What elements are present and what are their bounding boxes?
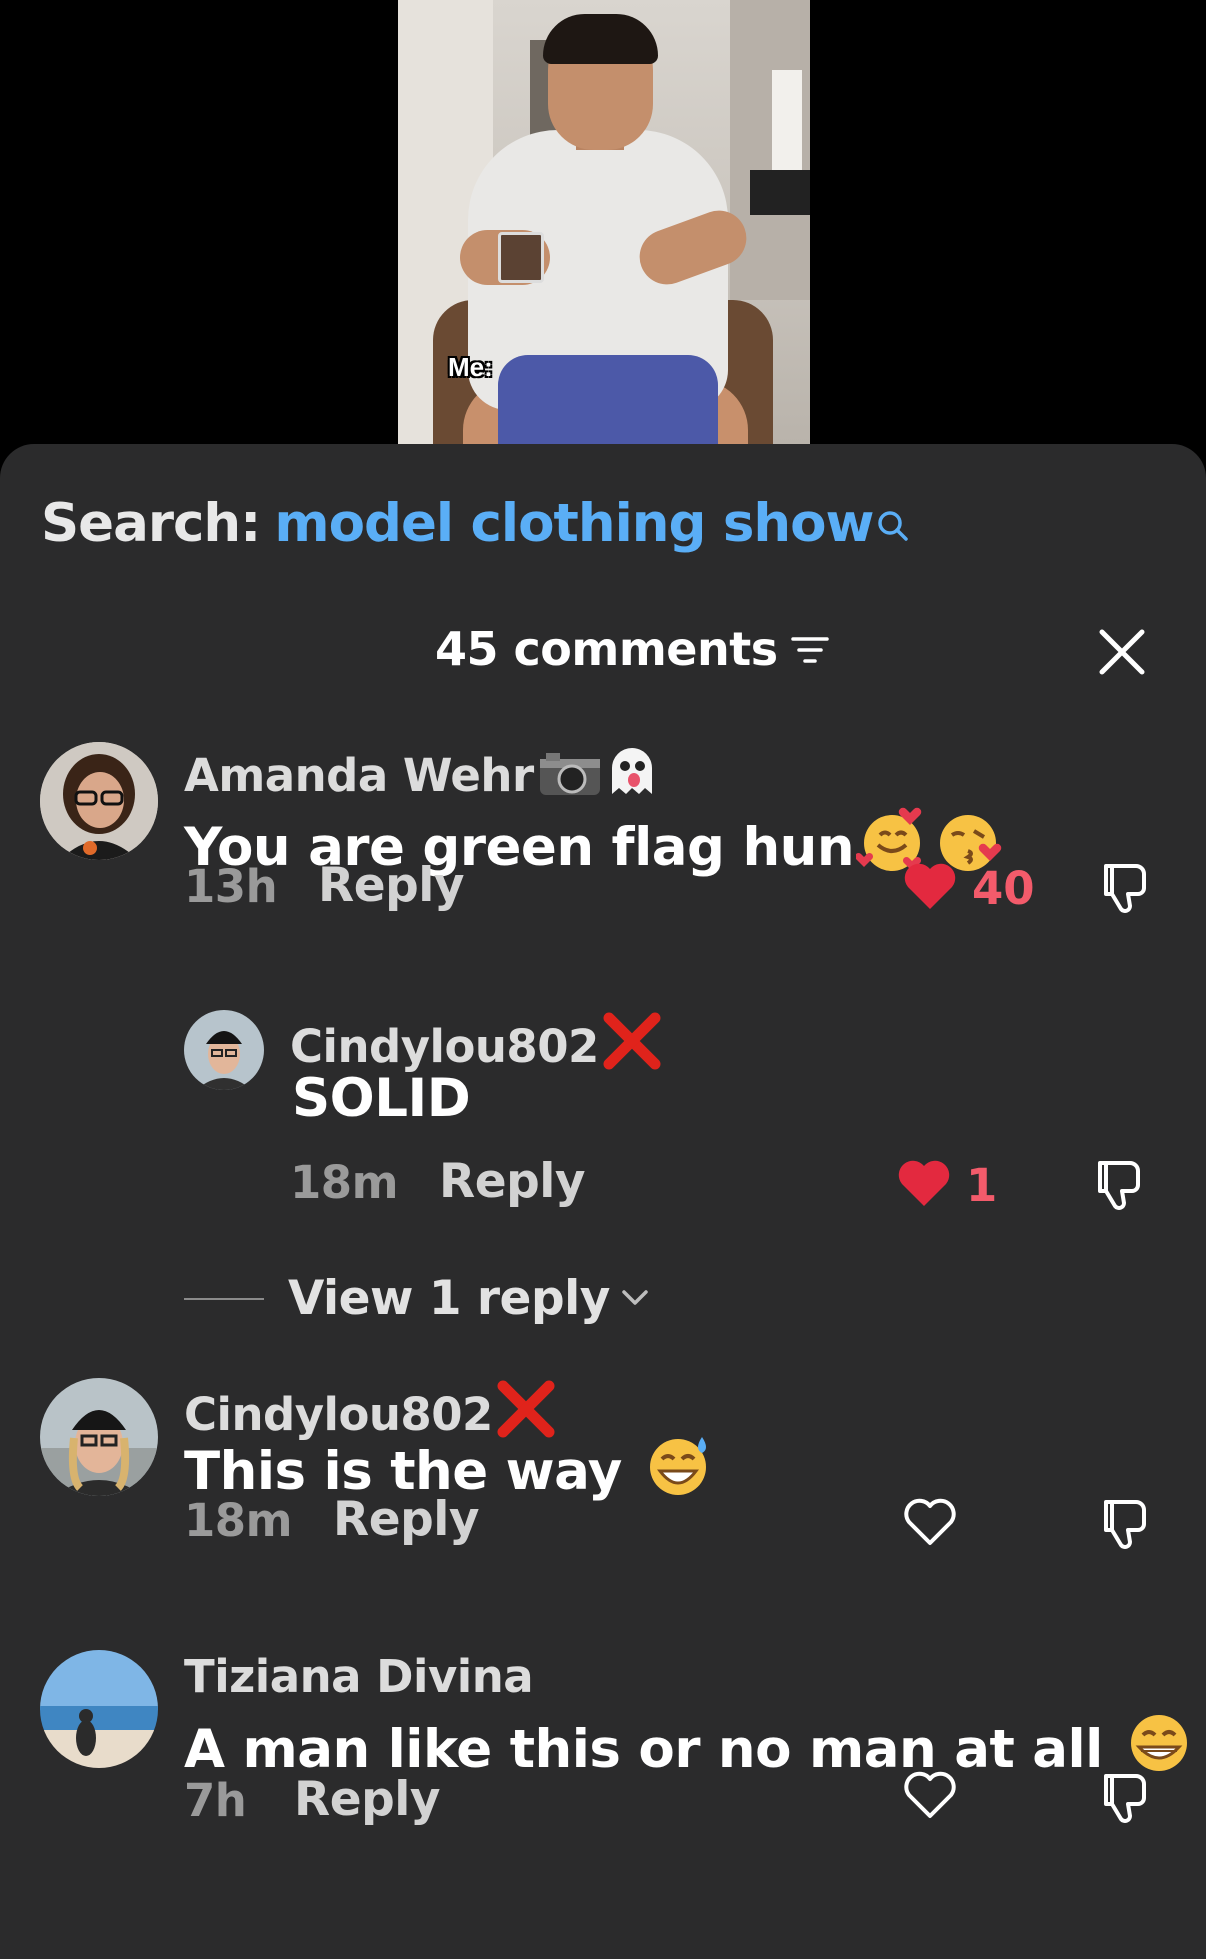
comment-username[interactable]: Cindylou802 [290,1020,599,1073]
view-replies-button[interactable]: View 1 reply [184,1271,650,1326]
avatar[interactable] [184,1010,264,1090]
like-button[interactable] [902,1770,958,1824]
like-count: 40 [972,861,1035,915]
search-term-link[interactable]: model clothing show [274,493,874,554]
thumbs-down-icon[interactable] [1098,1494,1156,1556]
camera-icon [538,751,602,808]
view-replies-label: View 1 reply [288,1271,610,1326]
avatar[interactable] [40,1378,158,1496]
video-person-hair [543,14,658,64]
search-icon [876,495,910,556]
heart-icon [902,1770,958,1824]
thumbs-down-icon[interactable] [1098,858,1156,920]
filter-icon[interactable] [790,622,830,676]
comment-text: You are green flag hun [184,817,855,878]
comment-count-label: 45 comments [435,622,778,676]
avatar[interactable] [40,742,158,860]
reply-button[interactable]: Reply [294,1772,440,1827]
reply-button[interactable]: Reply [318,858,464,913]
red-x-icon [601,1010,663,1083]
comment-count: 45 comments [435,622,830,676]
comment-timestamp: 18m [184,1494,293,1547]
ghost-icon [604,744,660,811]
comments-sheet: Search: model clothing show 45 comments [0,444,1206,1959]
heart-icon [896,1158,952,1212]
video-person-shorts [498,355,718,444]
avatar[interactable] [40,1650,158,1768]
heart-icon [902,1497,958,1551]
chevron-down-icon [620,1286,650,1312]
video-tv [750,170,810,215]
comment-username[interactable]: Amanda Wehr [184,749,534,802]
divider [184,1297,264,1300]
sweat-smile-emoji [642,1429,714,1514]
video-player[interactable]: Me: [398,0,810,444]
comment-timestamp: 13h [184,860,278,913]
search-label: Search: [41,493,261,554]
like-button[interactable]: 1 [896,1158,997,1212]
comment-text: SOLID [292,1068,471,1129]
comment-text: A man like this or no man at all [184,1719,1103,1780]
search-suggestion[interactable]: Search: model clothing show [41,493,910,556]
close-icon[interactable] [1094,624,1150,680]
like-button[interactable] [902,1497,958,1551]
comments-header: 45 comments [0,622,1206,682]
comment-timestamp: 18m [290,1156,399,1209]
like-button[interactable]: 40 [902,861,1035,915]
video-caption: Me: [448,352,493,382]
thumbs-down-icon[interactable] [1098,1768,1156,1830]
like-count: 1 [966,1158,998,1212]
thumbs-down-icon[interactable] [1092,1155,1150,1217]
reply-button[interactable]: Reply [333,1492,479,1547]
comment-username[interactable]: Tiziana Divina [184,1650,534,1703]
comment-timestamp: 7h [184,1774,247,1827]
video-glass [498,232,544,283]
reply-button[interactable]: Reply [439,1154,585,1209]
video-shelf-item [772,70,802,170]
heart-icon [902,861,958,915]
